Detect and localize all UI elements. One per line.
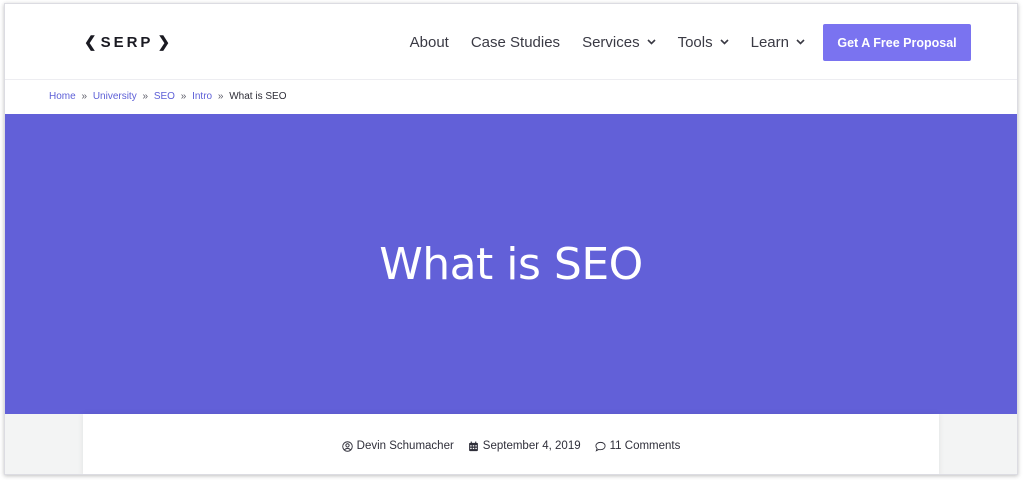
get-free-proposal-button[interactable]: Get A Free Proposal [823, 24, 971, 61]
breadcrumb-separator: » [81, 91, 88, 102]
chevron-down-icon [720, 39, 729, 45]
nav-services[interactable]: Services [582, 34, 656, 51]
site-header: ❮ SERP ❯ About Case Studies Services Too… [5, 4, 1017, 80]
breadcrumb-seo[interactable]: SEO [154, 91, 175, 102]
nav-about[interactable]: About [410, 34, 449, 51]
meta-author[interactable]: Devin Schumacher [341, 440, 454, 452]
breadcrumb: Home » University » SEO » Intro » What i… [49, 91, 286, 102]
breadcrumb-separator: » [217, 91, 224, 102]
breadcrumb-separator: » [142, 91, 149, 102]
breadcrumb-separator: » [180, 91, 187, 102]
calendar-icon [468, 441, 478, 451]
serp-logo[interactable]: ❮ SERP ❯ [80, 33, 174, 52]
comment-count: 11 Comments [609, 440, 681, 452]
post-date: September 4, 2019 [482, 440, 581, 452]
logo-right-chevron-icon: ❯ [157, 34, 171, 51]
nav-case-studies[interactable]: Case Studies [471, 34, 560, 51]
nav-services-label: Services [582, 33, 640, 51]
logo-text: SERP [100, 33, 154, 51]
nav-case-studies-label: Case Studies [470, 33, 561, 51]
post-meta: Devin Schumacher September 4, 2019 11 Co… [83, 414, 939, 474]
meta-comments[interactable]: 11 Comments [595, 440, 681, 452]
user-circle-icon [341, 440, 353, 452]
chevron-down-icon [647, 39, 656, 45]
logo-left-chevron-icon: ❮ [84, 34, 97, 51]
breadcrumb-home[interactable]: Home [49, 91, 76, 102]
hero-banner: What is SEO [5, 114, 1017, 414]
nav-learn-label: Learn [750, 33, 789, 51]
meta-date: September 4, 2019 [468, 440, 581, 452]
nav-learn[interactable]: Learn [751, 34, 805, 51]
breadcrumb-intro[interactable]: Intro [192, 91, 212, 102]
main-nav: About Case Studies Services Tools Learn [388, 4, 805, 80]
breadcrumb-current: What is SEO [229, 91, 287, 102]
nav-tools-label: Tools [677, 33, 713, 51]
breadcrumb-university[interactable]: University [93, 91, 137, 102]
comment-icon [595, 441, 606, 452]
nav-about-label: About [409, 33, 449, 51]
chevron-down-icon [796, 39, 805, 45]
nav-tools[interactable]: Tools [678, 34, 729, 51]
page-title: What is SEO [379, 238, 643, 290]
page-frame: ❮ SERP ❯ About Case Studies Services Too… [4, 3, 1018, 475]
author-name: Devin Schumacher [356, 440, 454, 452]
